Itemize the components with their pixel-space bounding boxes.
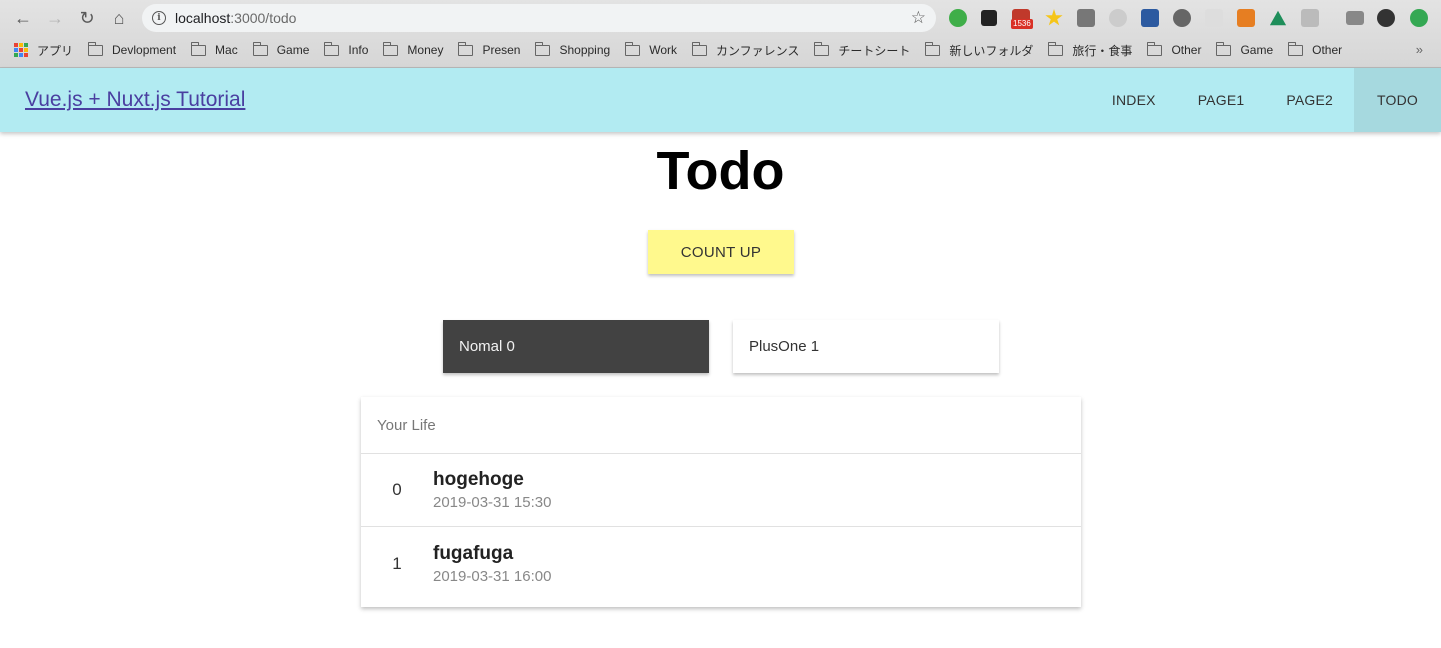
bookmark-label: 新しいフォルダ (949, 43, 1034, 58)
address-bar[interactable]: i localhost :3000/todo ☆ (142, 4, 936, 32)
bookmark-folder[interactable]: Game (252, 41, 310, 57)
bookmark-folder[interactable]: Shopping (535, 41, 611, 57)
bookmark-label: 旅行・食事 (1072, 43, 1133, 58)
bookmark-star-icon[interactable]: ☆ (911, 8, 926, 28)
nav-item-index[interactable]: INDEX (1091, 68, 1177, 132)
bookmark-folder[interactable]: Mac (191, 41, 238, 57)
bookmark-label: Other (1312, 43, 1343, 57)
list-subheader: Your Life (361, 397, 1081, 454)
list-item[interactable]: 1 fugafuga 2019-03-31 16:00 (361, 527, 1081, 600)
vue-extension-icon[interactable] (1269, 10, 1287, 26)
page-title: Todo (656, 141, 785, 201)
pocket-extension-icon[interactable] (1141, 9, 1159, 27)
folder-icon (535, 41, 551, 56)
folder-icon (1216, 41, 1232, 56)
count-up-button[interactable]: COUNT UP (648, 230, 794, 274)
item-title: fugafuga (433, 542, 514, 564)
bookmarks-bar: アプリ Devlopment Mac Game Info Money Prese… (0, 38, 1441, 62)
folder-icon (925, 41, 941, 56)
bookmark-label: Info (348, 43, 369, 57)
main-nav: INDEX PAGE1 PAGE2 TODO (1091, 68, 1441, 132)
bookmark-label: Other (1171, 43, 1202, 57)
download-extension-icon[interactable] (1077, 9, 1095, 27)
bookmark-label: Presen (482, 43, 521, 57)
list-item[interactable]: 0 hogehoge 2019-03-31 15:30 (361, 454, 1081, 527)
bookmark-folder[interactable]: 新しいフォルダ (925, 41, 1034, 59)
line-extension-icon[interactable] (1173, 9, 1191, 27)
folder-icon (324, 41, 340, 56)
site-info-icon[interactable]: i (152, 11, 166, 25)
bookmark-label: Work (649, 43, 677, 57)
cast-icon[interactable] (1346, 11, 1364, 25)
bookmark-folder[interactable]: Info (324, 41, 369, 57)
forward-icon[interactable]: → (44, 7, 66, 29)
back-icon[interactable]: ← (12, 7, 34, 29)
bookmark-label: Devlopment (112, 43, 177, 57)
bookmark-apps[interactable]: アプリ (14, 42, 73, 59)
bookmark-folder[interactable]: Presen (458, 41, 521, 57)
bookmark-folder[interactable]: 旅行・食事 (1048, 41, 1133, 59)
bookmark-label: Shopping (559, 43, 611, 57)
grid-extension-icon[interactable] (981, 10, 997, 26)
url-host: localhost (175, 10, 231, 26)
folder-icon (625, 41, 641, 56)
folder-icon (252, 41, 268, 56)
item-title: hogehoge (433, 469, 524, 490)
brand-link[interactable]: Vue.js + Nuxt.js Tutorial (25, 88, 245, 112)
profile-update-icon[interactable] (1410, 9, 1428, 27)
bookmark-folder[interactable]: カンファレンス (691, 41, 800, 59)
star-extension-icon[interactable] (1045, 9, 1063, 26)
bookmark-folder[interactable]: Game (1216, 41, 1274, 57)
home-icon[interactable]: ⌂ (108, 7, 130, 29)
item-body: hogehoge 2019-03-31 15:30 (433, 469, 551, 511)
evernote-extension-icon[interactable] (949, 9, 967, 27)
bookmark-folder[interactable]: Other (1288, 41, 1343, 57)
browser-toolbar: ← → ↻ ⌂ i localhost :3000/todo ☆ 1536 (0, 0, 1441, 36)
arrow-extension-icon[interactable] (1205, 9, 1223, 27)
bookmark-label: Game (1240, 43, 1274, 57)
chat-extension-icon[interactable] (1109, 9, 1127, 27)
item-body: fugafuga 2019-03-31 16:00 (433, 543, 551, 585)
folder-icon (1147, 41, 1163, 56)
folder-icon (814, 41, 830, 56)
app-header: Vue.js + Nuxt.js Tutorial INDEX PAGE1 PA… (0, 68, 1441, 132)
url-path: :3000/todo (230, 10, 297, 26)
gmail-badge: 1536 (1011, 19, 1033, 29)
more-bookmarks-icon[interactable]: » (1416, 42, 1423, 57)
bookmark-label: Game (276, 43, 310, 57)
folder-icon (191, 41, 207, 56)
folder-icon (1288, 41, 1304, 56)
amazon-extension-icon[interactable] (1377, 9, 1395, 27)
todo-list: Your Life 0 hogehoge 2019-03-31 15:30 1 … (361, 397, 1081, 607)
bookmark-folder[interactable]: Other (1147, 41, 1202, 57)
bookmark-label: カンファレンス (715, 43, 800, 58)
folder-icon (691, 41, 707, 56)
folder-icon (383, 41, 399, 56)
normal-counter-card: Nomal 0 (443, 320, 709, 373)
bookmark-label: Money (407, 43, 444, 57)
folder-icon (1048, 41, 1064, 56)
bookmark-folder[interactable]: Devlopment (88, 41, 177, 57)
bookmark-folder[interactable]: チートシート (814, 41, 911, 59)
photo-extension-icon[interactable] (1301, 9, 1319, 27)
bookmark-label: アプリ (37, 43, 74, 58)
folder-icon (88, 41, 104, 56)
bookmark-folder[interactable]: Money (383, 41, 444, 57)
reload-icon[interactable]: ↻ (76, 7, 98, 29)
item-date: 2019-03-31 15:30 (433, 494, 552, 511)
bookmark-folder[interactable]: Work (625, 41, 677, 57)
metamask-extension-icon[interactable] (1237, 9, 1255, 27)
bookmark-label: チートシート (838, 43, 911, 58)
apps-grid-icon (14, 43, 28, 57)
item-date: 2019-03-31 16:00 (433, 567, 552, 585)
nav-item-todo[interactable]: TODO (1354, 68, 1441, 132)
plus-one-counter-card: PlusOne 1 (733, 320, 999, 373)
bookmark-label: Mac (215, 43, 238, 57)
nav-item-page1[interactable]: PAGE1 (1177, 68, 1266, 132)
nav-item-page2[interactable]: PAGE2 (1265, 68, 1354, 132)
item-index: 0 (392, 480, 402, 499)
folder-icon (458, 41, 474, 56)
browser-chrome: ← → ↻ ⌂ i localhost :3000/todo ☆ 1536 アプ… (0, 0, 1441, 68)
item-index: 1 (392, 553, 402, 573)
